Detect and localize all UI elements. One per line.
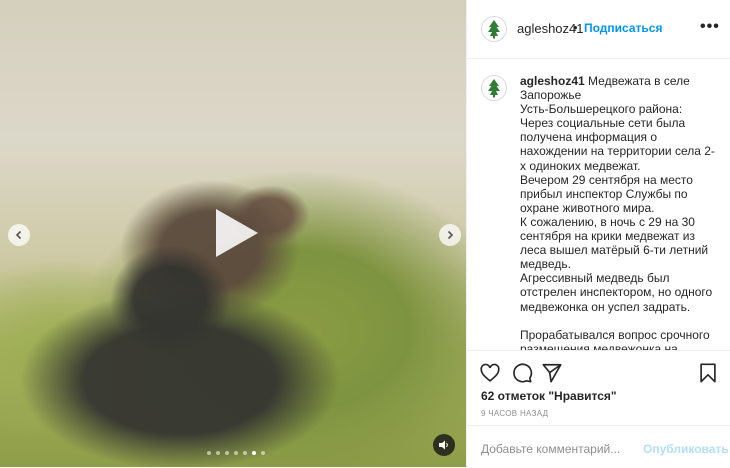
post-caption: agleshoz41 Медвежата в селе Запорожье Ус…	[520, 74, 720, 350]
forest-tree-logo-icon	[483, 77, 505, 99]
follow-button[interactable]: Подписаться	[584, 21, 662, 35]
speaker-icon	[439, 440, 448, 450]
post-timestamp[interactable]: 9 ЧАСОВ НАЗАД	[481, 409, 548, 418]
mute-button[interactable]	[433, 434, 455, 456]
carousel-dot	[225, 451, 229, 455]
likes-count[interactable]: 62 отметок "Нравится"	[481, 389, 617, 403]
caption-text: Медвежата в селе Запорожье Усть-Большере…	[520, 74, 715, 350]
avatar[interactable]	[481, 16, 507, 42]
play-icon[interactable]	[208, 206, 262, 260]
forest-tree-logo-icon	[483, 18, 505, 40]
next-button[interactable]	[439, 224, 461, 246]
paper-plane-icon[interactable]	[541, 362, 563, 384]
chevron-left-icon	[15, 230, 22, 240]
comment-bar: Добавьте комментарий... Опубликовать	[467, 425, 730, 468]
chevron-right-icon	[447, 230, 454, 240]
heart-icon[interactable]	[479, 362, 501, 384]
carousel-dot	[261, 451, 265, 455]
carousel-dots	[207, 451, 265, 455]
post-side-panel: agleshoz41 • Подписаться ••• agleshoz41 …	[466, 0, 730, 467]
comment-input[interactable]: Добавьте комментарий...	[481, 442, 620, 456]
publish-button[interactable]: Опубликовать	[643, 442, 729, 456]
carousel-dot	[234, 451, 238, 455]
post-header: agleshoz41 • Подписаться •••	[467, 0, 730, 59]
caption-avatar[interactable]	[481, 75, 507, 101]
carousel-dot	[243, 451, 247, 455]
carousel-dot	[207, 451, 211, 455]
post-actions: 62 отметок "Нравится" 9 ЧАСОВ НАЗАД	[467, 350, 730, 421]
comment-bubble-icon[interactable]	[511, 362, 533, 384]
carousel-dot-active	[252, 451, 256, 455]
more-options-button[interactable]: •••	[700, 18, 720, 36]
post-media[interactable]	[0, 0, 466, 467]
separator-dot: •	[573, 20, 578, 35]
bookmark-icon[interactable]	[697, 362, 719, 384]
carousel-dot	[216, 451, 220, 455]
caption-scroll-area[interactable]: agleshoz41 Медвежата в селе Запорожье Ус…	[467, 59, 730, 350]
prev-button[interactable]	[8, 224, 30, 246]
caption-username[interactable]: agleshoz41	[520, 74, 585, 88]
